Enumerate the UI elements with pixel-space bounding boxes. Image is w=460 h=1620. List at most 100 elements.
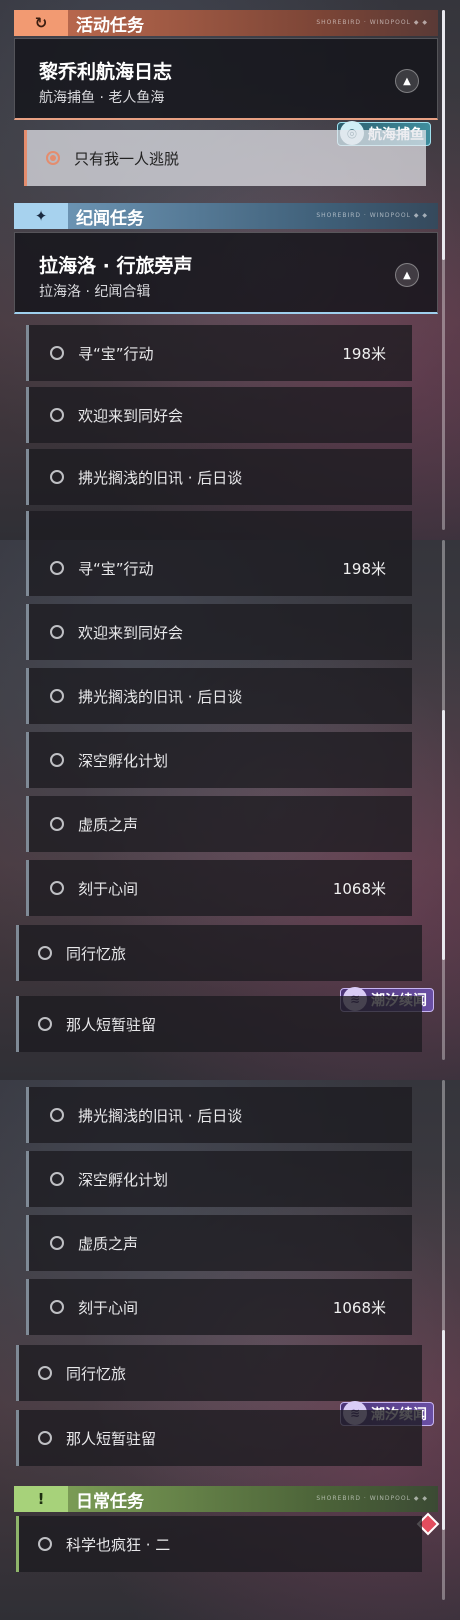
quest-subtitle: 拉海洛 · 纪闻合辑 xyxy=(39,284,151,300)
quest-row-outer[interactable]: 那人短暂驻留 xyxy=(16,996,422,1052)
row-accent xyxy=(16,1410,19,1466)
section-header-activity[interactable]: ↻ 活动任务 SHOREBIRD · WINDPOOL ◆ ◆ xyxy=(14,10,438,36)
quest-row[interactable]: 拂光搁浅的旧讯 · 后日谈 xyxy=(26,1087,412,1143)
row-distance: 198米 xyxy=(342,559,386,578)
row-distance: 1068米 xyxy=(332,1298,386,1317)
quest-card-lahailuo[interactable]: 拉海洛 · 行旅旁声 拉海洛 · 纪闻合辑 ▲ xyxy=(14,232,438,314)
row-distance: 1068米 xyxy=(332,879,386,898)
radio-empty-icon xyxy=(50,1108,64,1122)
row-accent xyxy=(26,1087,29,1143)
scrollbar-thumb[interactable] xyxy=(442,710,445,960)
quest-row[interactable]: 刻于心间 1068米 xyxy=(26,1279,412,1335)
row-label: 寻“宝”行动 xyxy=(78,344,154,363)
row-accent xyxy=(16,996,19,1052)
radio-empty-icon xyxy=(50,1300,64,1314)
row-label: 只有我一人逃脱 xyxy=(74,149,180,168)
radio-empty-icon xyxy=(38,1017,52,1031)
row-label: 虚质之声 xyxy=(78,815,139,834)
quest-row-daily[interactable]: 科学也疯狂 · 二 xyxy=(16,1516,422,1572)
quest-row[interactable]: 深空孵化计划 xyxy=(26,732,412,788)
row-label: 同行忆旅 xyxy=(66,944,127,963)
row-accent xyxy=(26,1215,29,1271)
section-header-chronicle[interactable]: ✦ 纪闻任务 SHOREBIRD · WINDPOOL ◆ ◆ xyxy=(14,203,438,229)
row-label: 刻于心间 xyxy=(78,879,139,898)
row-accent xyxy=(26,449,29,505)
quest-row[interactable]: 拂光搁浅的旧讯 · 后日谈 xyxy=(26,668,412,724)
radio-empty-icon xyxy=(50,408,64,422)
quest-row[interactable]: 寻“宝”行动 198米 xyxy=(26,540,412,596)
row-accent xyxy=(16,1516,19,1572)
quest-row-outer[interactable]: 同行忆旅 xyxy=(16,925,422,981)
quest-row[interactable]: 欢迎来到同好会 xyxy=(26,604,412,660)
row-accent xyxy=(16,1345,19,1401)
row-label: 那人短暂驻留 xyxy=(66,1429,157,1448)
section-decoration: SHOREBIRD · WINDPOOL ◆ ◆ xyxy=(316,212,428,219)
radio-empty-icon xyxy=(50,689,64,703)
radio-selected-icon xyxy=(46,151,60,165)
radio-empty-icon xyxy=(38,946,52,960)
radio-empty-icon xyxy=(38,1366,52,1380)
radio-empty-icon xyxy=(50,1172,64,1186)
quest-panel-1: ↻ 活动任务 SHOREBIRD · WINDPOOL ◆ ◆ 黎乔利航海日志 … xyxy=(0,0,460,540)
row-label: 拂光搁浅的旧讯 · 后日谈 xyxy=(78,687,243,706)
radio-empty-icon xyxy=(50,881,64,895)
row-label: 寻“宝”行动 xyxy=(78,559,154,578)
quest-card-fishing[interactable]: 黎乔利航海日志 航海捕鱼 · 老人鱼海 ▲ xyxy=(14,38,438,120)
exclamation-icon: ! xyxy=(14,1486,68,1512)
row-accent xyxy=(26,860,29,916)
row-accent xyxy=(26,604,29,660)
quest-row[interactable]: 虚质之声 xyxy=(26,796,412,852)
row-accent xyxy=(26,1279,29,1335)
collapse-caret-icon[interactable]: ▲ xyxy=(395,69,419,93)
sparkle-icon: ✦ xyxy=(14,203,68,229)
radio-empty-icon xyxy=(38,1431,52,1445)
section-decoration: SHOREBIRD · WINDPOOL ◆ ◆ xyxy=(316,1495,428,1502)
row-label: 科学也疯狂 · 二 xyxy=(66,1535,171,1554)
radio-empty-icon xyxy=(50,1236,64,1250)
row-accent xyxy=(26,732,29,788)
row-accent xyxy=(26,387,29,443)
row-distance: 198米 xyxy=(342,344,386,363)
row-accent xyxy=(26,540,29,596)
row-label: 那人短暂驻留 xyxy=(66,1015,157,1034)
row-label: 拂光搁浅的旧讯 · 后日谈 xyxy=(78,468,243,487)
radio-empty-icon xyxy=(50,625,64,639)
row-accent xyxy=(26,668,29,724)
row-label: 虚质之声 xyxy=(78,1234,139,1253)
quest-row[interactable]: 刻于心间 1068米 xyxy=(26,860,412,916)
row-label: 欢迎来到同好会 xyxy=(78,406,184,425)
section-decoration: SHOREBIRD · WINDPOOL ◆ ◆ xyxy=(316,19,428,26)
scrollbar-thumb[interactable] xyxy=(442,10,445,260)
row-accent xyxy=(26,325,29,381)
quest-panel-3: 拂光搁浅的旧讯 · 后日谈 深空孵化计划 虚质之声 刻于心间 1068米 同行忆… xyxy=(0,1080,460,1620)
row-accent xyxy=(26,796,29,852)
row-accent xyxy=(26,1151,29,1207)
refresh-icon: ↻ xyxy=(14,10,68,36)
row-accent xyxy=(16,925,19,981)
scrollbar-thumb[interactable] xyxy=(442,1330,445,1530)
quest-row[interactable]: 虚质之声 xyxy=(26,1215,412,1271)
quest-row-partial[interactable] xyxy=(26,511,412,540)
row-accent xyxy=(24,130,27,186)
section-header-daily[interactable]: ! 日常任务 SHOREBIRD · WINDPOOL ◆ ◆ xyxy=(14,1486,438,1512)
quest-row[interactable]: 拂光搁浅的旧讯 · 后日谈 xyxy=(26,449,412,505)
row-label: 刻于心间 xyxy=(78,1298,139,1317)
quest-row[interactable]: 欢迎来到同好会 xyxy=(26,387,412,443)
quest-row-outer[interactable]: 同行忆旅 xyxy=(16,1345,422,1401)
quest-panel-2: 寻“宝”行动 198米 欢迎来到同好会 拂光搁浅的旧讯 · 后日谈 深空孵化计划… xyxy=(0,540,460,1080)
quest-row-selected[interactable]: 只有我一人逃脱 xyxy=(24,130,426,186)
quest-row[interactable]: 深空孵化计划 xyxy=(26,1151,412,1207)
quest-subtitle: 航海捕鱼 · 老人鱼海 xyxy=(39,90,165,106)
quest-row[interactable]: 寻“宝”行动 198米 xyxy=(26,325,412,381)
quest-row-outer[interactable]: 那人短暂驻留 xyxy=(16,1410,422,1466)
radio-empty-icon xyxy=(50,753,64,767)
collapse-caret-icon[interactable]: ▲ xyxy=(395,263,419,287)
radio-empty-icon xyxy=(50,346,64,360)
row-label: 同行忆旅 xyxy=(66,1364,127,1383)
radio-empty-icon xyxy=(38,1537,52,1551)
row-accent xyxy=(26,511,29,540)
quest-name: 拉海洛 · 行旅旁声 xyxy=(39,255,193,277)
radio-empty-icon xyxy=(50,470,64,484)
row-label: 欢迎来到同好会 xyxy=(78,623,184,642)
row-label: 深空孵化计划 xyxy=(78,1170,169,1189)
